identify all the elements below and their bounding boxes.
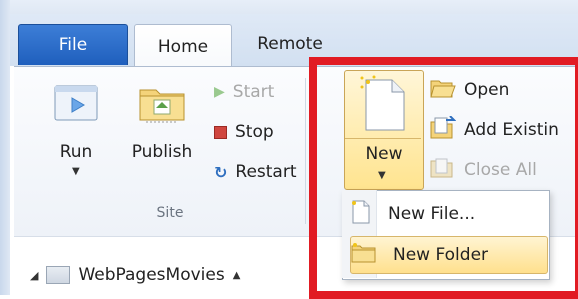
folder-icon xyxy=(46,266,71,284)
tab-file-label: File xyxy=(58,35,88,55)
publish-button[interactable]: Publish xyxy=(122,80,202,184)
restart-label: Restart xyxy=(235,162,297,182)
tab-home[interactable]: Home xyxy=(134,24,232,69)
window-edge xyxy=(0,0,10,295)
chevron-down-icon: ▼ xyxy=(72,166,80,177)
tree-item-root[interactable]: ◢ WebPagesMovies ▲ xyxy=(30,260,240,290)
tab-file[interactable]: File xyxy=(18,24,128,65)
stop-icon xyxy=(214,125,227,139)
window-chrome xyxy=(0,0,578,14)
tab-remote-label: Remote xyxy=(257,34,323,54)
sort-up-icon[interactable]: ▲ xyxy=(233,270,241,281)
run-button[interactable]: Run ▼ xyxy=(44,80,108,184)
start-label: Start xyxy=(232,82,275,102)
group-separator xyxy=(305,78,306,224)
tree-item-label: WebPagesMovies xyxy=(78,265,225,285)
play-icon: ▶ xyxy=(214,84,225,100)
stop-label: Stop xyxy=(235,122,274,142)
start-button[interactable]: ▶ Start xyxy=(214,78,274,106)
highlight-frame xyxy=(309,57,578,299)
restart-button[interactable]: ↻ Restart xyxy=(214,158,297,186)
tab-home-label: Home xyxy=(157,37,209,57)
site-group-label: Site xyxy=(156,205,184,221)
publish-label: Publish xyxy=(131,142,193,162)
restart-icon: ↻ xyxy=(214,162,228,182)
stop-button[interactable]: Stop xyxy=(214,118,274,146)
run-label: Run xyxy=(59,142,93,162)
publish-icon xyxy=(138,82,186,126)
run-icon xyxy=(54,84,98,124)
expand-arrow-icon[interactable]: ◢ xyxy=(30,269,38,282)
